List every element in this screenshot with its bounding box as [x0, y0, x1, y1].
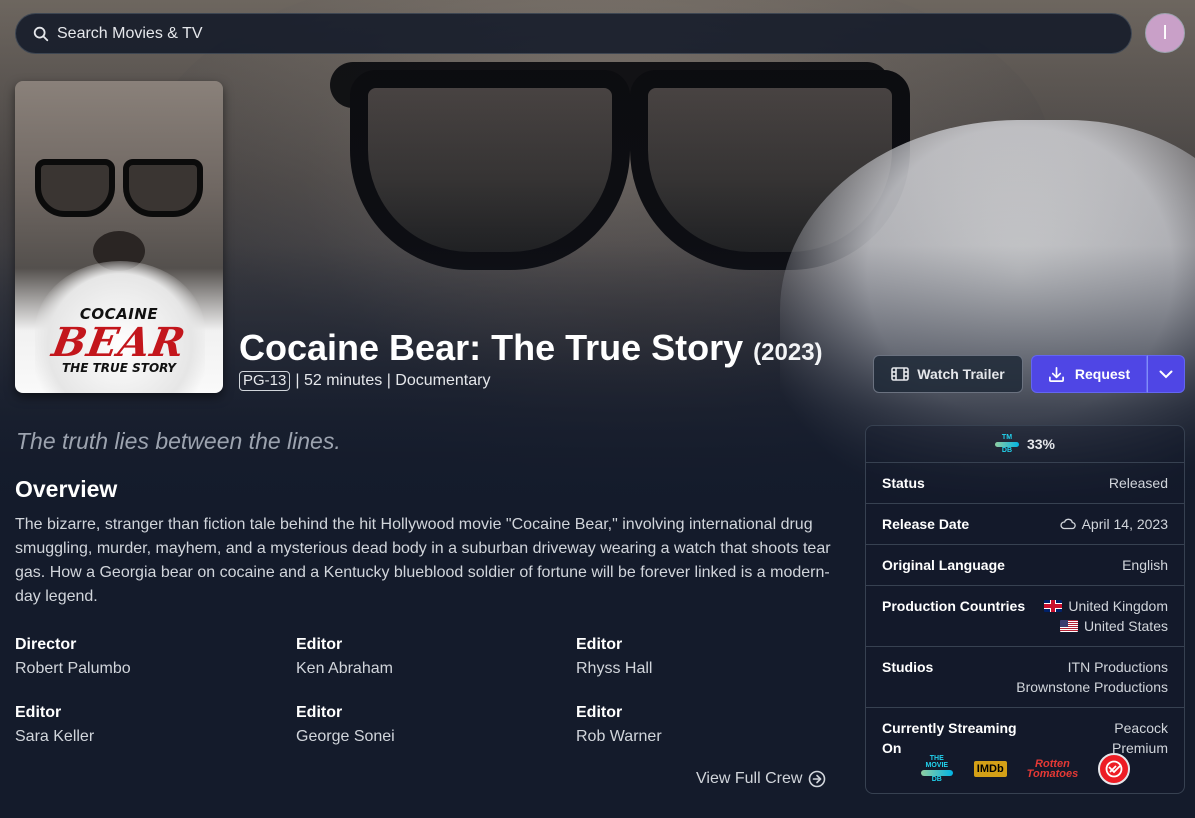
crew-item[interactable]: Editor Sara Keller: [15, 702, 296, 750]
crew-name[interactable]: George Sonei: [296, 724, 576, 750]
crew-item[interactable]: Editor Rhyss Hall: [576, 634, 856, 682]
overview-heading: Overview: [15, 476, 118, 502]
poster-title-line3: THE TRUE STORY: [61, 361, 176, 375]
crew-name[interactable]: Rob Warner: [576, 724, 856, 750]
movie-runtime: 52 minutes: [303, 372, 383, 389]
meta-separator: |: [386, 372, 391, 389]
release-date-row: Release Date April 14, 2023: [866, 504, 1184, 545]
country-item[interactable]: United States: [1044, 616, 1168, 636]
status-row: Status Released: [866, 463, 1184, 504]
search-icon: [33, 26, 49, 41]
chevron-down-icon: [1159, 370, 1173, 378]
tmdb-logo-icon: TM DB: [994, 434, 1019, 454]
request-options-dropdown[interactable]: [1147, 355, 1185, 393]
studio-item[interactable]: ITN Productions: [1016, 657, 1168, 677]
country-item[interactable]: United Kingdom: [1044, 596, 1168, 616]
film-icon: [891, 367, 910, 381]
user-avatar[interactable]: I: [1145, 13, 1185, 53]
crew-item[interactable]: Editor George Sonei: [296, 702, 576, 750]
release-date-label: Release Date: [882, 516, 970, 532]
view-full-crew-link[interactable]: View Full Crew: [696, 770, 826, 788]
movie-poster[interactable]: COCAINE BEAR THE TRUE STORY: [15, 81, 223, 393]
tmdb-logo-line1: THE: [929, 755, 944, 762]
language-label: Original Language: [882, 557, 1005, 573]
crew-name[interactable]: Sara Keller: [15, 724, 296, 750]
crew-job: Editor: [296, 636, 343, 653]
trakt-icon: [1105, 760, 1123, 778]
us-flag-icon: [1059, 620, 1078, 632]
streaming-label-line1: Currently Streaming: [882, 720, 1017, 736]
movie-year: (2023): [753, 339, 823, 366]
studios-row: Studios ITN Productions Brownstone Produ…: [866, 647, 1184, 708]
trakt-link[interactable]: [1098, 753, 1131, 785]
crew-name[interactable]: Ken Abraham: [296, 656, 576, 682]
external-links: THE MOVIE DB IMDb Rotten Tomatoes: [866, 753, 1184, 785]
view-full-crew-label: View Full Crew: [696, 770, 803, 787]
crew-item[interactable]: Editor Rob Warner: [576, 702, 856, 750]
search-bar[interactable]: [15, 13, 1132, 54]
crew-job: Editor: [576, 704, 623, 721]
streaming-value-line1: Peacock: [1114, 720, 1168, 736]
country-name: United States: [1083, 618, 1168, 634]
movie-title-text: Cocaine Bear: The True Story: [239, 327, 744, 368]
request-button[interactable]: Request: [1031, 355, 1147, 393]
content-rating-badge: PG-13: [239, 371, 291, 391]
crew-grid: Director Robert Palumbo Editor Ken Abrah…: [15, 634, 855, 750]
crew-job: Editor: [296, 704, 343, 721]
movie-genre[interactable]: Documentary: [395, 372, 490, 390]
crew-job: Editor: [15, 704, 62, 721]
poster-title-line2: BEAR: [48, 319, 190, 366]
movie-tagline: The truth lies between the lines.: [16, 428, 341, 454]
avatar-initial: I: [1162, 21, 1168, 44]
watch-trailer-label: Watch Trailer: [917, 366, 1005, 382]
crew-item[interactable]: Director Robert Palumbo: [15, 634, 296, 682]
country-name: United Kingdom: [1068, 598, 1168, 614]
countries-label: Production Countries: [882, 598, 1026, 614]
crew-job: Editor: [576, 636, 623, 653]
tmdb-logo-bottom: DB: [1001, 447, 1013, 454]
countries-row: Production Countries United Kingdom Unit…: [866, 586, 1184, 647]
status-label: Status: [882, 475, 925, 491]
cloud-icon: [1060, 518, 1076, 530]
crew-name[interactable]: Rhyss Hall: [576, 656, 856, 682]
tmdb-logo-line2: MOVIE: [925, 762, 949, 769]
tmdb-score: 33%: [1026, 436, 1056, 452]
crew-item[interactable]: Editor Ken Abraham: [296, 634, 576, 682]
download-icon: [1048, 366, 1064, 382]
search-input[interactable]: [57, 24, 957, 43]
details-panel: TM DB 33% Status Released Release Date A…: [865, 425, 1185, 794]
crew-name[interactable]: Robert Palumbo: [15, 656, 296, 682]
request-label: Request: [1074, 366, 1131, 382]
movie-meta: PG-13 | 52 minutes | Documentary: [239, 371, 490, 391]
studios-label: Studios: [882, 659, 934, 675]
rotten-tomatoes-link[interactable]: Rotten Tomatoes: [1026, 759, 1079, 780]
overview-text: The bizarre, stranger than fiction tale …: [15, 516, 831, 605]
arrow-circle-right-icon: [809, 770, 826, 788]
meta-separator: |: [295, 372, 300, 389]
release-date-value: April 14, 2023: [1081, 516, 1168, 532]
watch-trailer-button[interactable]: Watch Trailer: [873, 355, 1023, 393]
tmdb-logo-top: TM: [1001, 434, 1013, 441]
uk-flag-icon: [1044, 600, 1063, 612]
status-value: Released: [1108, 475, 1168, 491]
tmdb-logo-line3: DB: [931, 776, 942, 783]
rt-logo-line2: Tomatoes: [1026, 768, 1079, 780]
imdb-link[interactable]: IMDb: [973, 761, 1007, 777]
language-value: English: [1122, 557, 1168, 573]
crew-job: Director: [15, 636, 77, 653]
language-row: Original Language English: [866, 545, 1184, 586]
movie-title: Cocaine Bear: The True Story (2023): [239, 327, 823, 369]
tmdb-link[interactable]: THE MOVIE DB: [920, 755, 954, 783]
tmdb-score-row[interactable]: TM DB 33%: [866, 426, 1184, 463]
studio-item[interactable]: Brownstone Productions: [1016, 677, 1168, 697]
